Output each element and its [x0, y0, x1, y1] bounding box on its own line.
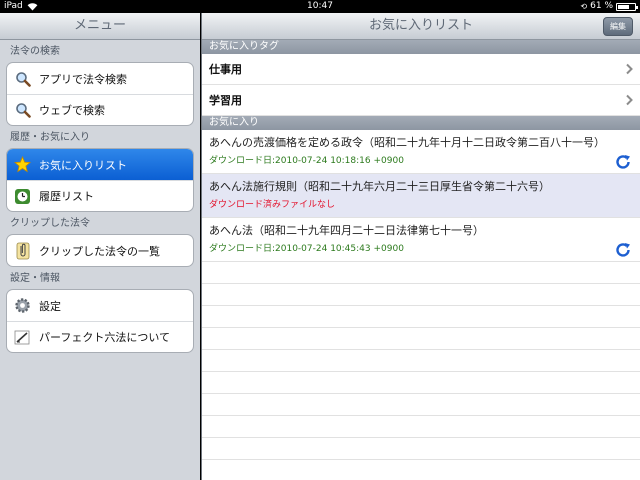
group-clipped: クリップした法令の一覧 — [6, 234, 194, 267]
section-header-search: 法令の検索 — [10, 46, 60, 57]
favorite-title: あへん法（昭和二十九年四月二十二日法律第七十一号） — [209, 224, 484, 237]
menu-item-app-search[interactable]: アプリで法令検索 — [7, 63, 193, 94]
empty-row — [202, 372, 640, 394]
favorite-title: あへん法施行規則（昭和二十九年六月二十三日厚生省令第二十六号） — [209, 180, 550, 193]
menu-item-settings[interactable]: 設定 — [7, 290, 193, 321]
content-nav-bar: お気に入りリスト 編集 — [202, 13, 640, 40]
menu-item-web-search[interactable]: ウェブで検索 — [7, 94, 193, 125]
empty-row — [202, 416, 640, 438]
menu-item-clipped-list[interactable]: クリップした法令の一覧 — [7, 235, 193, 266]
chevron-right-icon — [626, 63, 633, 75]
menu-pane: メニュー 法令の検索 アプリで法令検索 ウェブで検索 履歴・お気に入り お気に入… — [0, 13, 200, 480]
gear-icon — [13, 296, 32, 315]
menu-item-label: ウェブで検索 — [39, 104, 105, 117]
menu-item-label: パーフェクト六法について — [39, 331, 171, 344]
favorite-row[interactable]: あへん法（昭和二十九年四月二十二日法律第七十一号） ダウンロード日:2010-0… — [202, 218, 640, 262]
menu-item-favorites[interactable]: お気に入りリスト — [7, 149, 193, 180]
download-date: ダウンロード日:2010-07-24 10:45:43 +0900 — [209, 244, 404, 254]
favorite-row[interactable]: あへんの売渡価格を定める政令（昭和二十九年十月十二日政令第二百八十一号） ダウン… — [202, 130, 640, 174]
status-bar: iPad 10:47 ⟲ 61 % — [0, 0, 640, 13]
menu-item-label: 履歴リスト — [39, 190, 94, 203]
tags-section-header: お気に入りタグ — [202, 40, 640, 54]
menu-item-label: クリップした法令の一覧 — [39, 244, 160, 258]
empty-row — [202, 284, 640, 306]
group-search: アプリで法令検索 ウェブで検索 — [6, 62, 194, 126]
tag-label: 仕事用 — [209, 63, 242, 76]
page-title: お気に入りリスト — [368, 18, 473, 33]
section-header-history: 履歴・お気に入り — [10, 132, 90, 143]
refresh-icon[interactable] — [614, 153, 632, 171]
tag-label: 学習用 — [209, 94, 242, 107]
search-icon — [13, 101, 32, 120]
battery-icon — [616, 2, 638, 11]
section-header-clipped: クリップした法令 — [10, 218, 90, 229]
group-history: お気に入りリスト 履歴リスト — [6, 148, 194, 212]
tag-row-study[interactable]: 学習用 — [202, 85, 640, 116]
group-settings: 設定 パーフェクト六法について — [6, 289, 194, 353]
refresh-icon[interactable] — [614, 241, 632, 259]
favorite-row[interactable]: あへん法施行規則（昭和二十九年六月二十三日厚生省令第二十六号） ダウンロード済み… — [202, 174, 640, 218]
menu-item-label: 設定 — [39, 299, 61, 313]
content-pane: お気に入りリスト 編集 お気に入りタグ 仕事用 学習用 お気に入り あへんの売渡… — [201, 13, 640, 480]
empty-row — [202, 394, 640, 416]
section-header-settings: 設定・情報 — [10, 273, 60, 284]
favorite-title: あへんの売渡価格を定める政令（昭和二十九年十月十二日政令第二百八十一号） — [209, 136, 605, 149]
menu-item-label: アプリで法令検索 — [39, 72, 127, 86]
download-date: ダウンロード日:2010-07-24 10:18:16 +0900 — [209, 156, 404, 166]
empty-row — [202, 328, 640, 350]
menu-title: メニュー — [0, 13, 200, 40]
edit-button[interactable]: 編集 — [603, 17, 633, 36]
search-icon — [13, 69, 32, 88]
battery-percent: 61 % — [590, 1, 613, 11]
favorites-section-header: お気に入り — [202, 116, 640, 130]
status-time: 10:47 — [307, 1, 333, 11]
empty-row — [202, 438, 640, 460]
download-status: ダウンロード済みファイルなし — [209, 200, 336, 210]
empty-row — [202, 306, 640, 328]
menu-item-history[interactable]: 履歴リスト — [7, 180, 193, 211]
rotation-lock-icon: ⟲ — [580, 2, 588, 11]
empty-row — [202, 262, 640, 284]
menu-item-label: お気に入りリスト — [39, 158, 127, 172]
clock-icon — [13, 187, 32, 206]
chevron-right-icon — [626, 94, 633, 106]
pen-icon — [13, 328, 32, 347]
empty-row — [202, 350, 640, 372]
star-icon — [13, 155, 32, 174]
paperclip-icon — [13, 241, 32, 260]
menu-item-about[interactable]: パーフェクト六法について — [7, 321, 193, 352]
tag-row-work[interactable]: 仕事用 — [202, 54, 640, 85]
